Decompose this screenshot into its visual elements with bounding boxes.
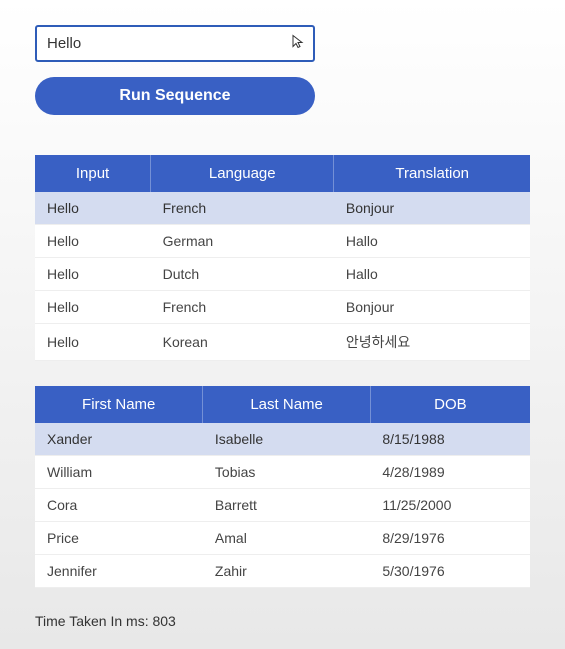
run-sequence-button[interactable]: Run Sequence [35,77,315,115]
translation-table: Input Language Translation HelloFrenchBo… [35,155,530,361]
table-row[interactable]: HelloGermanHallo [35,225,530,258]
cell-language: French [151,192,334,225]
time-label: Time Taken In ms: [35,613,152,629]
table-row[interactable]: PriceAmal8/29/1976 [35,522,530,555]
translation-table-body: HelloFrenchBonjourHelloGermanHalloHelloD… [35,192,530,361]
cell-translation: Bonjour [334,291,530,324]
cell-first-name: Cora [35,489,203,522]
cell-first-name: William [35,456,203,489]
table-row[interactable]: HelloFrenchBonjour [35,291,530,324]
cell-input: Hello [35,225,151,258]
cell-language: Korean [151,324,334,361]
cell-input: Hello [35,291,151,324]
cell-language: Dutch [151,258,334,291]
cell-input: Hello [35,324,151,361]
cell-dob: 4/28/1989 [370,456,530,489]
table-row[interactable]: WilliamTobias4/28/1989 [35,456,530,489]
people-table-body: XanderIsabelle8/15/1988WilliamTobias4/28… [35,423,530,588]
cell-last-name: Amal [203,522,370,555]
cell-translation: Bonjour [334,192,530,225]
status-text: Time Taken In ms: 803 [35,613,530,629]
cell-dob: 5/30/1976 [370,555,530,588]
header-input: Input [35,155,151,192]
cell-dob: 8/29/1976 [370,522,530,555]
cell-input: Hello [35,192,151,225]
table-row[interactable]: HelloFrenchBonjour [35,192,530,225]
cell-first-name: Xander [35,423,203,456]
header-language: Language [151,155,334,192]
cell-last-name: Barrett [203,489,370,522]
cell-first-name: Jennifer [35,555,203,588]
header-last-name: Last Name [203,386,370,423]
cell-first-name: Price [35,522,203,555]
cell-last-name: Zahir [203,555,370,588]
table-header-row: First Name Last Name DOB [35,386,530,423]
header-first-name: First Name [35,386,203,423]
input-wrapper [35,25,315,62]
cell-language: German [151,225,334,258]
cell-last-name: Isabelle [203,423,370,456]
table-row[interactable]: HelloKorean안녕하세요 [35,324,530,361]
table-row[interactable]: HelloDutchHallo [35,258,530,291]
table-row[interactable]: JenniferZahir5/30/1976 [35,555,530,588]
table-row[interactable]: CoraBarrett11/25/2000 [35,489,530,522]
cell-language: French [151,291,334,324]
cell-dob: 11/25/2000 [370,489,530,522]
cell-translation: Hallo [334,258,530,291]
cell-translation: 안녕하세요 [334,324,530,361]
cell-translation: Hallo [334,225,530,258]
time-value: 803 [152,613,175,629]
header-dob: DOB [370,386,530,423]
text-input[interactable] [35,25,315,62]
people-table: First Name Last Name DOB XanderIsabelle8… [35,386,530,588]
cell-dob: 8/15/1988 [370,423,530,456]
cell-input: Hello [35,258,151,291]
table-header-row: Input Language Translation [35,155,530,192]
cell-last-name: Tobias [203,456,370,489]
table-row[interactable]: XanderIsabelle8/15/1988 [35,423,530,456]
header-translation: Translation [334,155,530,192]
